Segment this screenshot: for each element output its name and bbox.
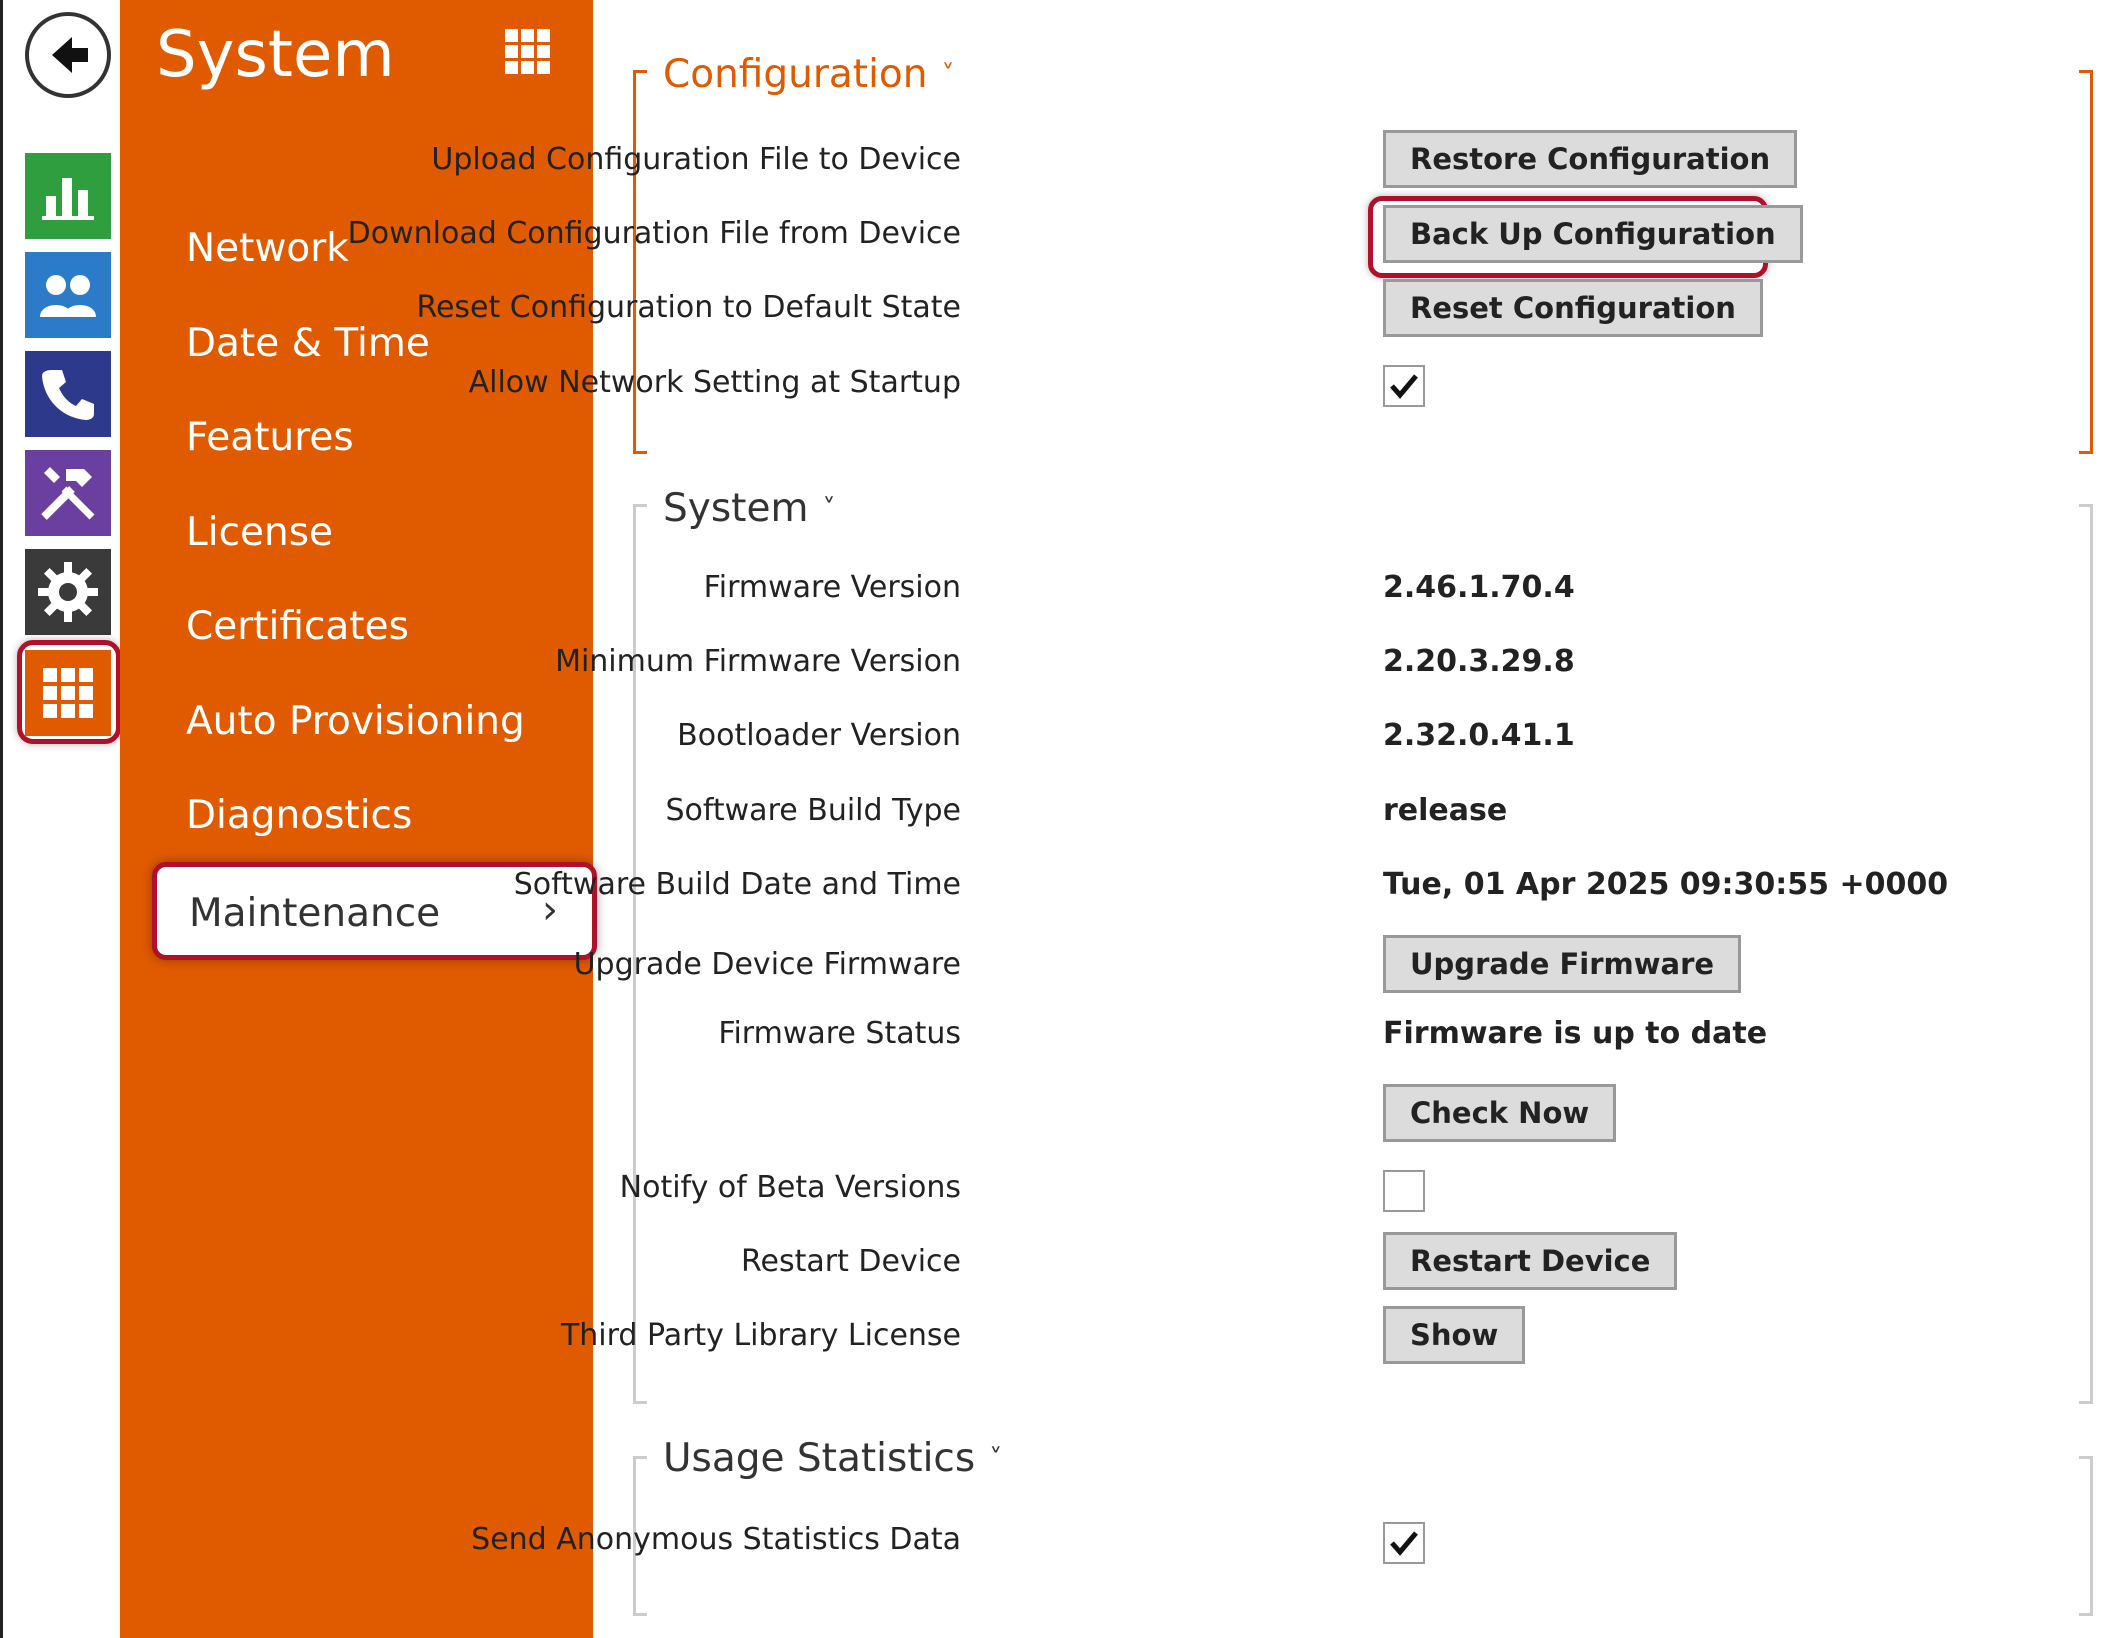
beta-versions-label: Notify of Beta Versions (619, 1170, 961, 1205)
menu-item-license[interactable]: License (186, 510, 333, 555)
third-party-license-label: Third Party Library License (560, 1318, 961, 1353)
reset-config-label: Reset Configuration to Default State (416, 290, 961, 325)
menu-item-diagnostics[interactable]: Diagnostics (186, 793, 412, 838)
upload-config-label: Upload Configuration File to Device (431, 142, 961, 177)
section-bracket-right (2079, 70, 2093, 454)
chevron-down-icon: ˅ (941, 60, 955, 90)
upgrade-firmware-button[interactable]: Upgrade Firmware (1383, 935, 1742, 993)
system-title[interactable]: System ˅ (663, 486, 835, 531)
build-type-value: release (1383, 793, 1508, 828)
reset-configuration-button[interactable]: Reset Configuration (1383, 279, 1763, 337)
download-config-label: Download Configuration File from Device (347, 216, 961, 251)
configuration-title[interactable]: Configuration ˅ (663, 52, 955, 97)
back-arrow-icon[interactable] (25, 12, 111, 98)
section-bracket-right (2079, 1456, 2093, 1616)
menu-item-features[interactable]: Features (186, 415, 354, 460)
menu-item-date-time[interactable]: Date & Time (186, 321, 430, 366)
menu-item-certificates[interactable]: Certificates (186, 604, 409, 649)
gear-icon[interactable] (25, 549, 111, 635)
allow-network-label: Allow Network Setting at Startup (468, 365, 961, 400)
section-bracket-right (2079, 504, 2093, 1404)
usage-statistics-title[interactable]: Usage Statistics ˅ (663, 1436, 1002, 1481)
allow-network-checkbox[interactable] (1383, 365, 1425, 407)
firmware-status-value: Firmware is up to date (1383, 1016, 1768, 1051)
firmware-version-label: Firmware Version (703, 570, 961, 605)
send-statistics-checkbox[interactable] (1383, 1522, 1425, 1564)
bootloader-value: 2.32.0.41.1 (1383, 718, 1575, 753)
build-date-label: Software Build Date and Time (513, 867, 961, 902)
menu-item-auto-provisioning[interactable]: Auto Provisioning (186, 699, 525, 744)
send-statistics-label: Send Anonymous Statistics Data (471, 1522, 961, 1557)
users-icon[interactable] (25, 252, 111, 338)
menu-item-network[interactable]: Network (186, 226, 349, 271)
show-license-button[interactable]: Show (1383, 1306, 1526, 1364)
grid-icon[interactable] (25, 650, 111, 736)
beta-versions-checkbox[interactable] (1383, 1170, 1425, 1212)
icon-rail (0, 0, 121, 1638)
chevron-down-icon: ˅ (989, 1444, 1003, 1474)
min-firmware-label: Minimum Firmware Version (555, 644, 961, 679)
restart-device-button[interactable]: Restart Device (1383, 1232, 1678, 1290)
main-content: Configuration ˅ Upload Configuration File… (348, 0, 2112, 1638)
backup-configuration-button[interactable]: Back Up Configuration (1383, 205, 1803, 263)
build-type-label: Software Build Type (665, 793, 961, 828)
min-firmware-value: 2.20.3.29.8 (1383, 644, 1575, 679)
statistics-icon[interactable] (25, 153, 111, 239)
usage-statistics-title-text: Usage Statistics (663, 1436, 976, 1481)
restore-configuration-button[interactable]: Restore Configuration (1383, 130, 1798, 188)
system-title-text: System (663, 486, 809, 531)
checkmark-icon (1390, 374, 1418, 399)
phone-icon[interactable] (25, 351, 111, 437)
menu-item-maintenance-label: Maintenance (189, 891, 441, 936)
menu-title: System (156, 18, 395, 92)
bootloader-label: Bootloader Version (677, 718, 961, 753)
checkmark-icon (1390, 1531, 1418, 1556)
firmware-version-value: 2.46.1.70.4 (1383, 570, 1575, 605)
chevron-down-icon: ˅ (822, 494, 836, 524)
build-date-value: Tue, 01 Apr 2025 09:30:55 +0000 (1383, 867, 1949, 902)
firmware-status-label: Firmware Status (718, 1016, 961, 1051)
menu-grid-icon[interactable] (504, 28, 552, 80)
configuration-title-text: Configuration (663, 52, 928, 97)
upgrade-firmware-label: Upgrade Device Firmware (573, 947, 961, 982)
check-now-button[interactable]: Check Now (1383, 1084, 1617, 1142)
tools-icon[interactable] (25, 450, 111, 536)
restart-device-label: Restart Device (741, 1244, 961, 1279)
